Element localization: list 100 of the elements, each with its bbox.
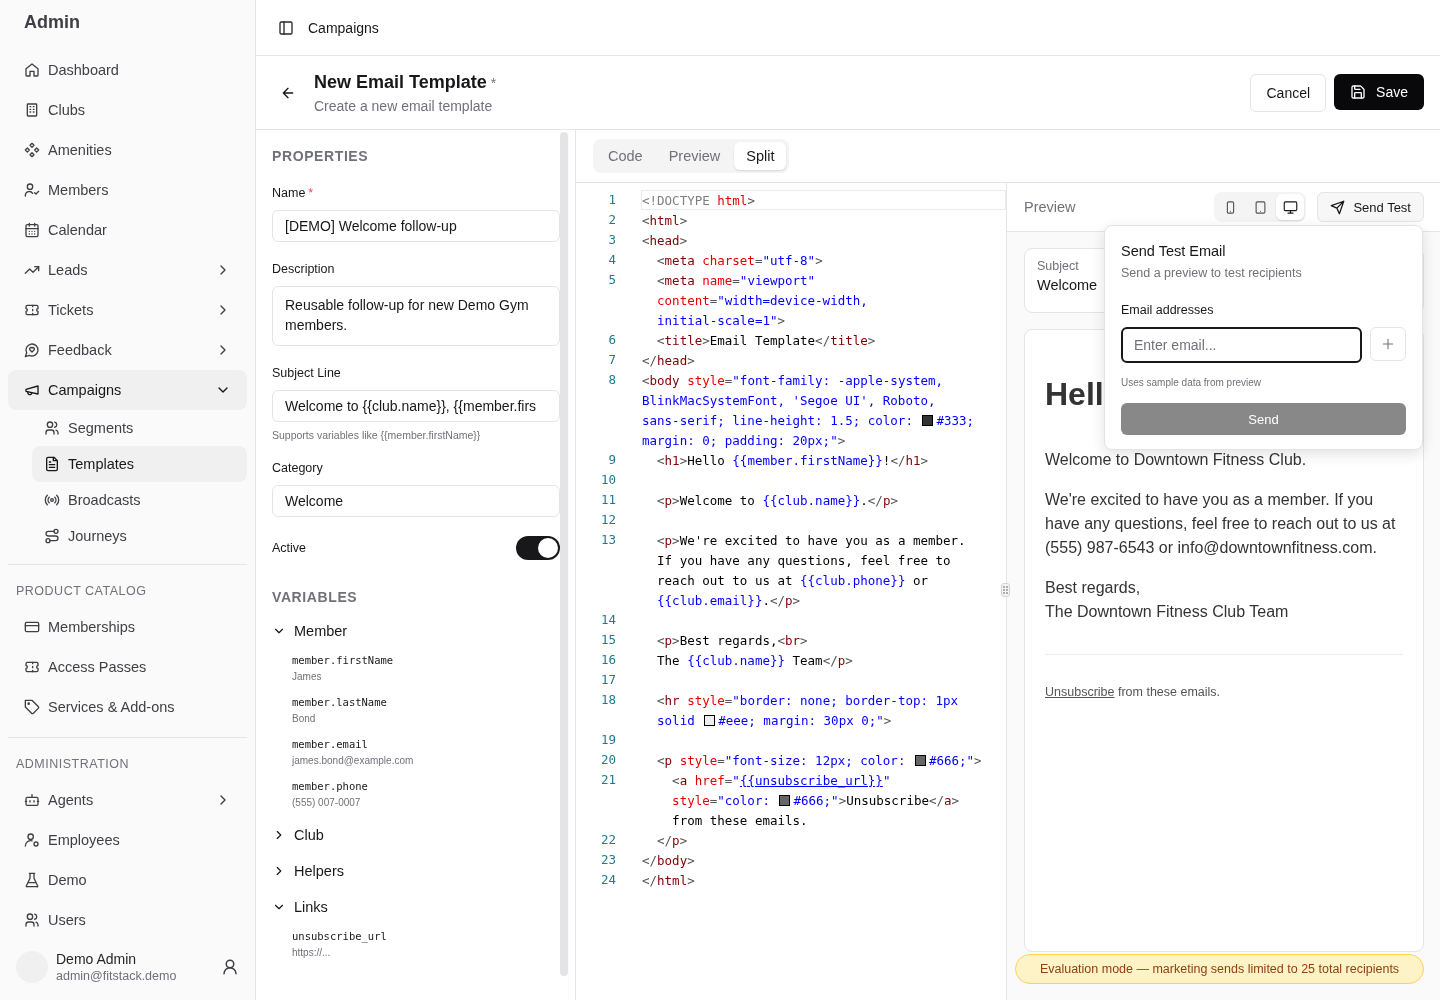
popover-subtitle: Send a preview to test recipients <box>1121 265 1303 281</box>
view-tab[interactable]: Code <box>596 142 655 170</box>
evaluation-banner: Evaluation mode — marketing sends limited to 25 total recipients <box>1015 954 1424 984</box>
code-line: <title>Email Template</title> <box>656 332 876 349</box>
users-icon <box>44 420 60 436</box>
users-icon <box>24 912 40 928</box>
line-number: 11 <box>599 491 616 509</box>
field-label: Email addresses <box>1121 302 1215 318</box>
tablet-icon <box>1252 199 1268 215</box>
code-line: If you have any questions, feel free to <box>656 552 951 569</box>
code-line: </html> <box>642 872 695 889</box>
nav-item[interactable]: Amenities <box>8 130 247 170</box>
variable-name[interactable]: member.email <box>292 737 560 751</box>
toggle-switch[interactable] <box>516 536 560 560</box>
variable-group-toggle[interactable]: Member <box>272 613 560 649</box>
section-heading: PROPERTIES <box>272 147 370 166</box>
line-number: 18 <box>599 691 616 709</box>
tag-icon <box>24 699 40 715</box>
view-tab[interactable]: Split <box>734 142 787 170</box>
field-label: Category <box>272 460 323 476</box>
code-line: <p>Welcome to {{club.name}}.</p> <box>656 492 898 509</box>
nav-item[interactable]: Services & Add-ons <box>8 687 247 727</box>
ticket-icon <box>24 659 40 675</box>
nav-item[interactable]: Members <box>8 170 247 210</box>
text-field[interactable]: Welcome <box>272 485 560 517</box>
variable-sample: (555) 007-0007 <box>292 796 362 809</box>
view-tab[interactable]: Preview <box>656 142 733 170</box>
broadcast-icon <box>44 492 60 508</box>
unsubscribe-link[interactable]: Unsubscribe <box>1045 685 1115 699</box>
text-area[interactable]: Reusable follow-up for new Demo Gym members. <box>272 286 560 346</box>
text-field[interactable]: Welcome to {{club.name}}, {{member.firs <box>272 390 560 422</box>
email-footer: Unsubscribe from these emails. <box>1045 685 1403 699</box>
page-title: New Email Template <box>314 70 487 93</box>
code-line: reach out to us at {{club.phone}} or <box>656 572 928 589</box>
variable-name[interactable]: member.phone <box>292 779 560 793</box>
user-name: Demo Admin <box>56 950 138 968</box>
calendar-icon <box>24 222 40 238</box>
card-icon <box>24 619 40 635</box>
variable-group-toggle[interactable]: Helpers <box>272 853 560 889</box>
nav-item[interactable]: Access Passes <box>8 647 247 687</box>
code-line: </p> <box>656 832 688 849</box>
email-signature-line: The Downtown Fitness Club Team <box>1045 602 1290 622</box>
code-line: <p>We're excited to have you as a member. <box>656 532 966 549</box>
code-line: sans-serif; line-height: 1.5; color: #333; <box>642 412 975 429</box>
nav-item[interactable]: Clubs <box>8 90 247 130</box>
send-test-button[interactable]: Send Test <box>1317 192 1424 222</box>
app-title: Admin <box>23 11 81 34</box>
nav-item[interactable]: Leads <box>8 250 247 290</box>
email-input[interactable]: Enter email... <box>1121 327 1362 363</box>
subject-label: Subject <box>1037 259 1079 273</box>
variable-sample: James <box>292 670 323 683</box>
nav-item[interactable]: Feedback <box>8 330 247 370</box>
nav-subitem[interactable]: Broadcasts <box>32 482 247 518</box>
line-number: 8 <box>607 371 616 389</box>
cancel-button[interactable]: Cancel <box>1250 73 1327 112</box>
flask-icon <box>24 872 40 888</box>
nav-item[interactable]: Tickets <box>8 290 247 330</box>
nav-subitem[interactable]: Journeys <box>32 518 247 554</box>
save-button[interactable]: Save <box>1334 73 1424 110</box>
line-number: 4 <box>607 251 616 269</box>
code-line: BlinkMacSystemFont, 'Segoe UI', Roboto, <box>642 392 936 409</box>
nav-item[interactable]: Agents <box>8 780 247 820</box>
nav-item[interactable]: Users <box>8 900 247 940</box>
variable-name[interactable]: unsubscribe_url <box>292 929 560 943</box>
nav-item[interactable]: Employees <box>8 820 247 860</box>
scrollbar[interactable] <box>560 132 568 976</box>
variable-name[interactable]: member.lastName <box>292 695 560 709</box>
nav-subitem[interactable]: Segments <box>32 410 247 446</box>
device-toggle[interactable] <box>1276 194 1305 220</box>
variable-group-toggle[interactable]: Links <box>272 889 560 925</box>
nav-item[interactable]: Demo <box>8 860 247 900</box>
nav-item[interactable]: Campaigns <box>8 370 247 410</box>
line-number: 21 <box>599 771 616 789</box>
variable-group-toggle[interactable]: Club <box>272 817 560 853</box>
resize-handle[interactable] <box>1001 583 1010 597</box>
nav-item[interactable]: Memberships <box>8 607 247 647</box>
grip-icon <box>1003 586 1008 594</box>
account-button[interactable] <box>221 958 239 976</box>
subject-text: Welcome <box>1037 277 1098 293</box>
nav-item[interactable]: Dashboard <box>8 50 247 90</box>
variable-sample: Bond <box>292 712 317 725</box>
nav-item[interactable]: Calendar <box>8 210 247 250</box>
sidebar-toggle-button[interactable] <box>278 19 294 36</box>
monitor-icon <box>1282 199 1298 215</box>
line-number: 17 <box>599 671 616 689</box>
email-paragraph: Welcome to Downtown Fitness Club. <box>1045 450 1308 470</box>
variable-name[interactable]: member.firstName <box>292 653 560 667</box>
house-icon <box>24 62 40 78</box>
variable-sample: james.bond@example.com <box>292 754 415 767</box>
line-number: 6 <box>607 331 616 349</box>
line-number: 24 <box>599 871 616 889</box>
user-email: admin@fitstack.demo <box>56 968 178 984</box>
code-line: <p>Best regards,<br> <box>656 632 808 649</box>
page-subtitle: Create a new email template <box>314 96 494 115</box>
code-line: {{club.email}}.</p> <box>656 592 801 609</box>
line-number: 3 <box>607 231 616 249</box>
code-line: <meta charset="utf-8"> <box>656 252 823 269</box>
text-field[interactable]: [DEMO] Welcome follow-up <box>272 210 560 242</box>
field-label: Name <box>272 185 306 201</box>
nav-subitem[interactable]: Templates <box>32 446 247 482</box>
